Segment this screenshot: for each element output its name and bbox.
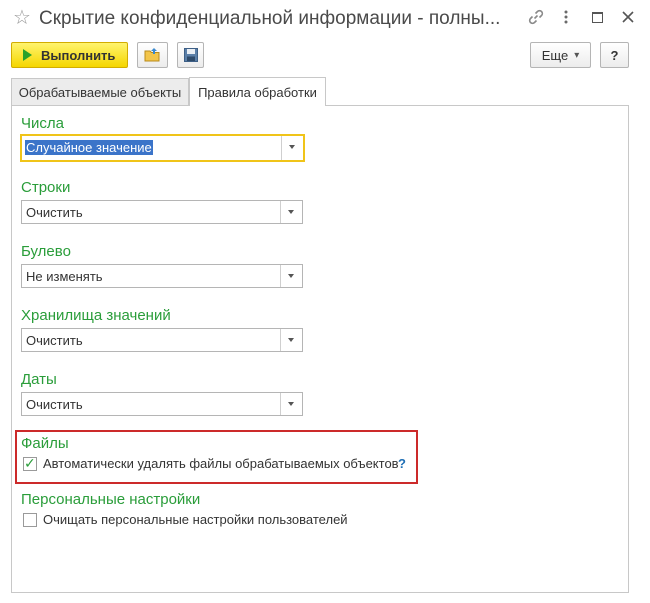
dates-select-value: Очистить — [26, 397, 83, 412]
strings-select-value: Очистить — [26, 205, 83, 220]
help-button[interactable]: ? — [600, 42, 629, 68]
tab-processed-objects[interactable]: Обрабатываемые объекты — [11, 78, 189, 105]
save-disk-icon — [183, 48, 198, 62]
dates-section-title: Даты — [21, 371, 57, 388]
play-icon — [23, 49, 32, 61]
tab-label: Правила обработки — [198, 84, 317, 100]
value-storage-dropdown-button[interactable] — [280, 329, 302, 351]
delete-files-help-link[interactable]: ? — [398, 456, 406, 472]
window-title: Скрытие конфиденциальной информации - по… — [39, 8, 501, 29]
boolean-dropdown-button[interactable] — [280, 265, 302, 287]
numbers-dropdown-button[interactable] — [281, 136, 303, 160]
chevron-down-icon — [288, 338, 294, 342]
tab-processing-rules[interactable]: Правила обработки — [189, 77, 326, 106]
more-menu-label: Еще — [541, 47, 569, 63]
numbers-select-value: Случайное значение — [25, 140, 153, 155]
maximize-icon[interactable] — [592, 12, 603, 23]
chevron-down-icon — [288, 274, 294, 278]
check-mark-icon: ✓ — [24, 455, 36, 471]
favorite-star-icon[interactable]: ☆ — [13, 6, 31, 30]
run-button-label: Выполнить — [41, 47, 116, 63]
delete-files-checkbox[interactable]: ✓ — [23, 455, 37, 471]
save-button[interactable] — [177, 42, 204, 68]
more-options-icon[interactable] — [562, 9, 570, 25]
files-section-title: Файлы — [21, 435, 69, 452]
numbers-section-title: Числа — [21, 115, 64, 132]
clear-personal-settings-checkbox[interactable] — [23, 513, 37, 527]
dates-select[interactable]: Очистить — [21, 392, 303, 416]
personal-settings-section-title: Персональные настройки — [21, 491, 201, 508]
clear-personal-settings-checkbox-label[interactable]: Очищать персональные настройки пользоват… — [43, 512, 348, 528]
boolean-select-value: Не изменять — [26, 269, 103, 284]
delete-files-checkbox-label[interactable]: Автоматически удалять файлы обрабатываем… — [43, 456, 399, 472]
numbers-select[interactable]: Случайное значение — [20, 134, 305, 162]
value-storage-section-title: Хранилища значений — [21, 307, 171, 324]
chevron-down-icon — [289, 145, 295, 149]
link-icon[interactable] — [527, 8, 545, 26]
chevron-down-icon: ▾ — [574, 49, 580, 61]
close-icon[interactable] — [621, 10, 635, 24]
chevron-down-icon — [288, 210, 294, 214]
run-button[interactable]: Выполнить — [11, 42, 128, 68]
value-storage-select[interactable]: Очистить — [21, 328, 303, 352]
strings-dropdown-button[interactable] — [280, 201, 302, 223]
boolean-section-title: Булево — [21, 243, 71, 260]
strings-section-title: Строки — [21, 179, 71, 196]
dates-dropdown-button[interactable] — [280, 393, 302, 415]
more-menu-button[interactable]: Еще ▾ — [530, 42, 591, 68]
folder-open-icon — [144, 48, 159, 62]
value-storage-select-value: Очистить — [26, 333, 83, 348]
chevron-down-icon — [288, 402, 294, 406]
tab-label: Обрабатываемые объекты — [18, 84, 182, 100]
open-folder-button[interactable] — [137, 42, 168, 68]
strings-select[interactable]: Очистить — [21, 200, 303, 224]
help-button-label: ? — [610, 47, 619, 63]
boolean-select[interactable]: Не изменять — [21, 264, 303, 288]
